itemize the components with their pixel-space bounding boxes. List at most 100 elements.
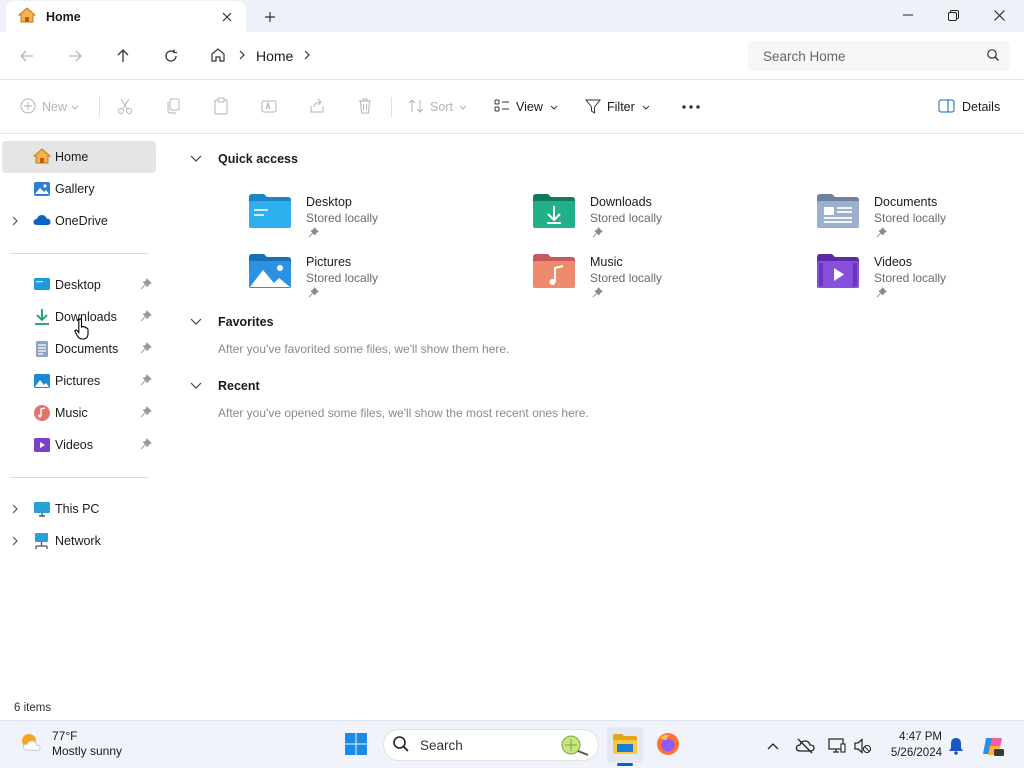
details-button[interactable]: Details bbox=[938, 95, 1000, 119]
weather-widget[interactable]: 77°F Mostly sunny bbox=[18, 729, 122, 759]
sidebar-item-desktop[interactable]: Desktop bbox=[2, 269, 156, 301]
search-highlight-icon bbox=[558, 733, 592, 760]
qa-name: Desktop bbox=[306, 195, 352, 209]
pin-icon bbox=[592, 287, 603, 301]
quick-access-header[interactable]: Quick access bbox=[190, 149, 298, 169]
monitor-icon[interactable] bbox=[826, 735, 848, 757]
status-item-count: 6 items bbox=[14, 702, 52, 714]
share-icon bbox=[308, 97, 326, 118]
sidebar-item-this-pc[interactable]: This PC bbox=[2, 493, 156, 525]
start-button[interactable] bbox=[338, 727, 374, 763]
clock-date: 5/26/2024 bbox=[890, 747, 942, 759]
delete-button[interactable] bbox=[356, 95, 374, 119]
copilot-icon[interactable] bbox=[980, 735, 1006, 757]
chevron-down-icon[interactable] bbox=[190, 315, 202, 329]
notification-bell-icon[interactable] bbox=[945, 735, 967, 757]
music-folder-icon bbox=[532, 253, 576, 292]
chevron-down-icon[interactable] bbox=[190, 152, 202, 166]
documents-folder-icon bbox=[816, 193, 860, 232]
qa-documents[interactable]: Documents Stored locally bbox=[816, 193, 1024, 249]
new-tab-icon[interactable] bbox=[258, 6, 282, 28]
paste-button[interactable] bbox=[212, 95, 230, 119]
clock-time: 4:47 PM bbox=[899, 731, 942, 743]
home-icon bbox=[32, 148, 52, 167]
view-button[interactable]: View bbox=[494, 95, 558, 119]
chevron-right-icon[interactable] bbox=[11, 503, 19, 517]
volume-muted-icon[interactable] bbox=[851, 735, 873, 757]
pin-icon[interactable] bbox=[140, 278, 152, 293]
qa-desktop[interactable]: Desktop Stored locally bbox=[248, 193, 488, 249]
up-icon[interactable] bbox=[109, 43, 137, 69]
home-crumb-icon[interactable] bbox=[210, 47, 226, 66]
qa-videos[interactable]: Videos Stored locally bbox=[816, 253, 1024, 309]
tab-home[interactable]: Home bbox=[6, 1, 246, 32]
sort-button[interactable]: Sort bbox=[408, 95, 467, 119]
qa-sub: Stored locally bbox=[874, 271, 947, 285]
forward-icon[interactable] bbox=[61, 43, 89, 69]
chevron-right-icon[interactable] bbox=[303, 49, 311, 63]
recent-header[interactable]: Recent bbox=[190, 376, 260, 396]
section-title: Recent bbox=[218, 379, 260, 393]
chevron-right-icon[interactable] bbox=[11, 215, 19, 229]
copy-icon bbox=[164, 97, 182, 118]
sidebar-item-network[interactable]: Network bbox=[2, 525, 156, 557]
copy-button[interactable] bbox=[164, 95, 182, 119]
taskbar-search[interactable]: Search bbox=[383, 729, 599, 761]
restore-icon[interactable] bbox=[930, 0, 976, 30]
sidebar-item-pictures[interactable]: Pictures bbox=[2, 365, 156, 397]
qa-music[interactable]: Music Stored locally bbox=[532, 253, 772, 309]
pin-icon[interactable] bbox=[140, 342, 152, 357]
pictures-icon bbox=[33, 372, 51, 393]
search-box[interactable] bbox=[748, 41, 1010, 71]
clock[interactable]: 4:47 PM 5/26/2024 bbox=[880, 729, 942, 761]
sidebar-item-gallery[interactable]: Gallery bbox=[2, 173, 156, 205]
pin-icon[interactable] bbox=[140, 406, 152, 421]
favorites-header[interactable]: Favorites bbox=[190, 312, 274, 332]
chevron-up-icon[interactable] bbox=[762, 735, 784, 757]
details-pane-icon bbox=[938, 99, 956, 116]
pin-icon[interactable] bbox=[140, 374, 152, 389]
new-button[interactable]: New bbox=[20, 95, 79, 119]
navigation-pane: Home Gallery OneDrive Desktop Downloads … bbox=[0, 135, 160, 700]
breadcrumb[interactable]: Home bbox=[210, 41, 311, 71]
cut-button[interactable] bbox=[116, 95, 134, 119]
home-icon bbox=[17, 7, 37, 26]
pin-icon[interactable] bbox=[140, 310, 152, 325]
chevron-right-icon[interactable] bbox=[11, 535, 19, 549]
search-input[interactable] bbox=[763, 48, 973, 64]
sidebar-item-home[interactable]: Home bbox=[2, 141, 156, 173]
tab-close-icon[interactable] bbox=[218, 8, 236, 26]
pin-icon[interactable] bbox=[140, 438, 152, 453]
tab-title: Home bbox=[46, 9, 81, 24]
firefox-taskbar-button[interactable] bbox=[650, 727, 686, 763]
taskbar-search-label: Search bbox=[420, 737, 463, 753]
cloud-offline-icon[interactable] bbox=[794, 735, 816, 757]
qa-downloads[interactable]: Downloads Stored locally bbox=[532, 193, 772, 249]
back-icon[interactable] bbox=[13, 43, 41, 69]
plus-circle-icon bbox=[20, 98, 36, 117]
trash-icon bbox=[356, 97, 374, 118]
sidebar-item-music[interactable]: Music bbox=[2, 397, 156, 429]
sidebar-item-label: Documents bbox=[55, 342, 119, 356]
search-icon[interactable] bbox=[986, 48, 1000, 65]
filter-button[interactable]: Filter bbox=[584, 95, 650, 119]
command-bar: New Sort View Filter Details bbox=[0, 81, 1024, 134]
music-icon bbox=[33, 404, 51, 425]
qa-pictures[interactable]: Pictures Stored locally bbox=[248, 253, 488, 309]
weather-temp: 77°F bbox=[52, 729, 78, 743]
firefox-icon bbox=[656, 732, 680, 759]
chevron-down-icon[interactable] bbox=[190, 379, 202, 393]
more-options-icon[interactable] bbox=[681, 95, 701, 119]
desktop-folder-icon bbox=[33, 276, 51, 295]
sidebar-item-videos[interactable]: Videos bbox=[2, 429, 156, 461]
minimize-icon[interactable] bbox=[885, 0, 931, 30]
rename-button[interactable] bbox=[260, 95, 278, 119]
file-explorer-taskbar-button[interactable] bbox=[607, 727, 643, 763]
sidebar-item-onedrive[interactable]: OneDrive bbox=[2, 205, 156, 237]
close-window-icon[interactable] bbox=[976, 0, 1022, 30]
divider bbox=[10, 477, 148, 478]
share-button[interactable] bbox=[308, 95, 326, 119]
desktop-folder-icon bbox=[248, 193, 292, 232]
refresh-icon[interactable] bbox=[157, 43, 185, 69]
breadcrumb-home[interactable]: Home bbox=[256, 48, 293, 64]
